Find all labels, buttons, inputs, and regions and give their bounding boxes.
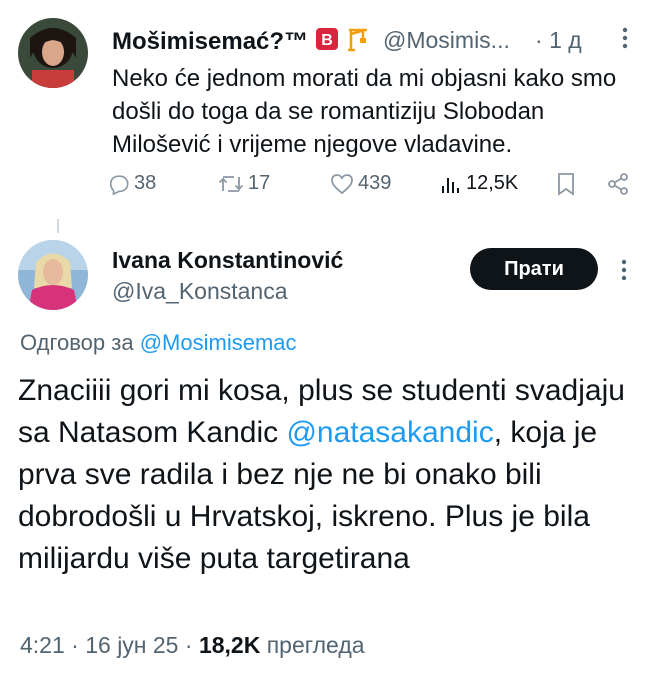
tweet-time[interactable]: · 1 д <box>535 27 582 54</box>
replying-to: Одговор за @Mosimisemac <box>20 330 297 356</box>
heart-icon <box>330 173 354 195</box>
more-options-icon[interactable] <box>618 26 632 50</box>
svg-text:B: B <box>321 32 333 49</box>
views-icon <box>440 173 462 195</box>
avatar[interactable] <box>18 18 88 88</box>
separator: · <box>71 632 79 658</box>
tweet-text: Neko će jednom morati da mi objasni kako… <box>112 65 617 158</box>
reply-date[interactable]: 16 јун 25 <box>85 632 178 658</box>
bookmark-button[interactable] <box>556 172 576 196</box>
more-options-icon[interactable] <box>617 258 631 282</box>
follow-button[interactable]: Прати <box>470 248 598 290</box>
time-label: 1 д <box>549 27 582 53</box>
views-count: 12,5K <box>466 172 519 194</box>
share-icon <box>606 172 630 196</box>
reply-time[interactable]: 4:21 <box>20 632 65 658</box>
reply-views-count: 18,2K <box>198 632 261 658</box>
b-badge-icon: B <box>315 27 339 58</box>
reply-avatar[interactable] <box>18 240 88 310</box>
author-handle[interactable]: @Mosimis... <box>383 27 510 54</box>
bookmark-icon <box>556 172 576 196</box>
replying-to-handle-link[interactable]: @Mosimisemac <box>140 330 297 355</box>
like-button[interactable]: 439 <box>330 172 391 195</box>
thread-connector <box>57 219 59 233</box>
reply-button[interactable]: 38 <box>108 172 156 195</box>
author-name[interactable]: Mošimisemać?™ B <box>112 26 371 59</box>
separator: · <box>184 632 193 658</box>
reply-icon <box>108 173 130 195</box>
like-count: 439 <box>358 172 392 194</box>
replying-to-label: Одговор за <box>20 330 134 355</box>
retweet-button[interactable]: 17 <box>218 172 270 195</box>
retweet-count: 17 <box>248 172 271 194</box>
retweet-icon <box>218 173 244 195</box>
reply-text: Znaciiii gori mi kosa, plus se studenti … <box>18 370 648 580</box>
views-button[interactable]: 12,5K <box>440 172 518 195</box>
author-name-text: Mošimisemać?™ <box>112 27 309 55</box>
crane-icon <box>345 26 371 59</box>
reply-meta: 4:21 · 16 јун 25 · 18,2K прегледа <box>20 632 365 659</box>
reply-views-label: прегледа <box>266 632 365 658</box>
reply-author-name[interactable]: Ivana Konstantinović <box>112 247 343 274</box>
share-button[interactable] <box>606 172 630 196</box>
separator: · <box>535 27 543 53</box>
tweet-actions: 38 17 439 12,5K <box>108 172 638 206</box>
reply-count: 38 <box>134 172 157 194</box>
mention-link[interactable]: @natasakandic <box>286 416 493 449</box>
reply-author-handle[interactable]: @Iva_Konstanca <box>112 278 288 305</box>
